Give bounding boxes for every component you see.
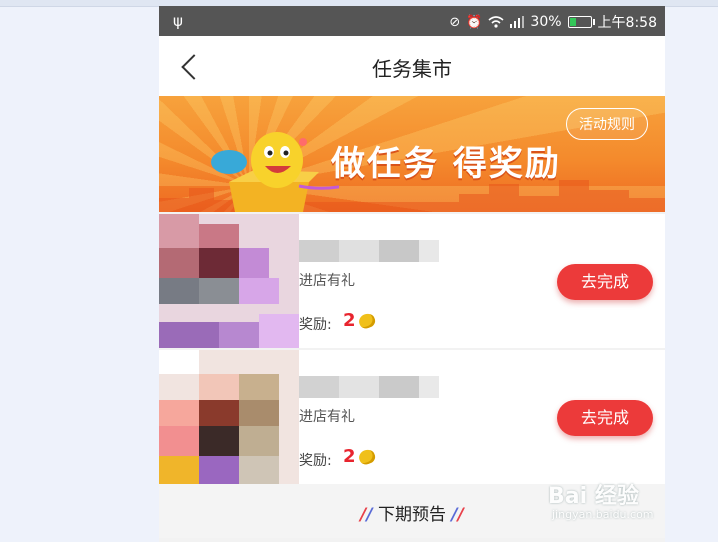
status-time: 上午8:58 — [597, 15, 657, 31]
reward-value: 2 — [343, 310, 356, 331]
pixel — [239, 456, 279, 484]
task-card-2[interactable]: 进店有礼 奖励: 2 去完成 — [159, 350, 665, 484]
pixel — [199, 248, 239, 278]
pixel — [199, 374, 239, 400]
pixel — [339, 376, 379, 398]
task-description: 进店有礼 — [299, 273, 355, 289]
coin-icon — [357, 311, 377, 331]
promo-banner[interactable]: 做任务 得奖励 活动规则 — [159, 96, 665, 212]
pixel — [159, 248, 199, 278]
pixel — [239, 248, 269, 278]
reward-value: 2 — [343, 446, 356, 467]
pixel — [299, 240, 339, 262]
battery-level — [569, 18, 577, 26]
battery-percent: 30% — [530, 14, 562, 30]
watermark-brand: Bai 经验 — [548, 484, 639, 509]
pixel — [299, 376, 339, 398]
watermark-url: jingyan.baidu.com — [552, 508, 654, 521]
decor-slash-right-2: / — [457, 505, 464, 525]
pixel — [239, 426, 279, 456]
reward-label: 奖励: — [299, 317, 332, 333]
pixel — [159, 426, 199, 456]
task-name-blurred — [299, 376, 439, 398]
signal-icon — [510, 16, 525, 28]
decor-slash-left-2: / — [366, 505, 373, 525]
pixel — [159, 278, 199, 304]
pixel — [159, 456, 199, 484]
pixel — [239, 278, 279, 304]
task-thumbnail-2 — [159, 350, 299, 484]
mascot-box-illustration — [211, 132, 339, 212]
status-bar: ψ ⊘ ⏰ 30% 上午8:58 — [159, 6, 665, 36]
complete-task-button[interactable]: 去完成 — [557, 400, 653, 436]
usb-icon: ψ — [173, 12, 183, 30]
pixel — [379, 376, 419, 398]
phone-screen: ψ ⊘ ⏰ 30% 上午8:58 任务集市 做任务 得奖励 活动规则 进店有礼 … — [159, 6, 665, 542]
pixel — [199, 224, 239, 248]
pixel — [199, 426, 239, 456]
pixel — [199, 456, 239, 484]
alarm-icon: ⏰ — [466, 14, 483, 30]
battery-icon — [567, 16, 595, 28]
pixel — [199, 278, 239, 304]
complete-task-button[interactable]: 去完成 — [557, 264, 653, 300]
pixel — [159, 322, 219, 348]
pixel — [419, 240, 439, 262]
task-thumbnail-1 — [159, 214, 299, 348]
pixel — [339, 240, 379, 262]
preview-title: 下期预告 — [378, 505, 446, 525]
silent-icon: ⊘ — [449, 14, 461, 30]
pixel — [159, 214, 199, 248]
pixel — [159, 400, 199, 426]
pixel — [239, 374, 279, 400]
task-card-1[interactable]: 进店有礼 奖励: 2 去完成 — [159, 214, 665, 348]
task-description: 进店有礼 — [299, 409, 355, 425]
reward-label: 奖励: — [299, 453, 332, 469]
wifi-icon — [488, 16, 504, 28]
pixel — [199, 400, 239, 426]
nav-bar: 任务集市 — [159, 36, 665, 96]
pixel — [379, 240, 419, 262]
pixel — [259, 314, 299, 348]
task-name-blurred — [299, 240, 439, 262]
status-bar-right: ⊘ ⏰ 30% 上午8:58 — [449, 12, 657, 32]
baidu-watermark: Bai 经验 jingyan.baidu.com — [548, 478, 698, 526]
page-title: 任务集市 — [372, 57, 452, 81]
banner-headline: 做任务 得奖励 — [331, 144, 561, 184]
coin-icon — [357, 447, 377, 467]
rules-button[interactable]: 活动规则 — [566, 108, 648, 140]
pixel — [219, 322, 259, 348]
pixel — [419, 376, 439, 398]
pixel — [159, 350, 199, 374]
pixel — [239, 400, 279, 426]
